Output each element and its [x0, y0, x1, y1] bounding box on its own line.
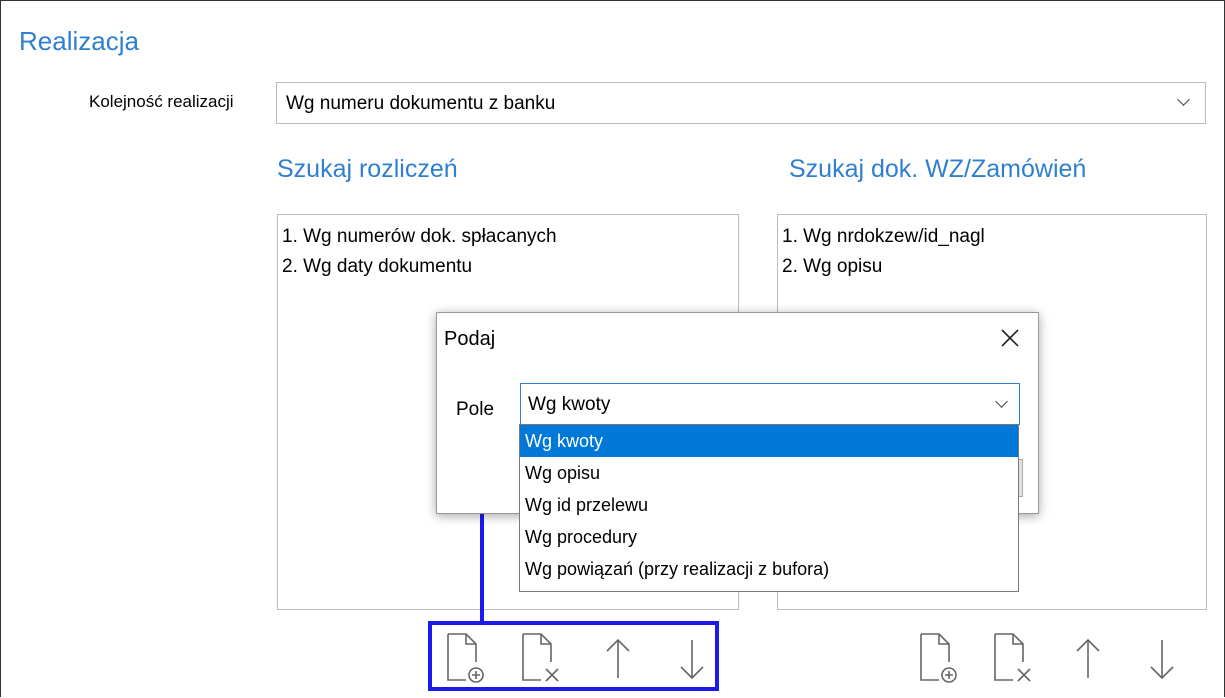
remove-document-icon — [994, 633, 1031, 682]
add-document-icon — [920, 633, 957, 683]
dialog-title: Podaj — [444, 328, 496, 350]
move-up-button[interactable] — [1066, 634, 1110, 686]
list-item[interactable]: 1. Wg numerów dok. spłacanych — [282, 222, 738, 252]
chevron-down-icon — [1177, 93, 1190, 106]
arrow-up-icon — [1076, 638, 1100, 678]
pole-select-value: Wg kwoty — [528, 394, 611, 415]
dropdown-option[interactable]: Wg id przelewu — [520, 489, 1018, 521]
right-group-title: Szukaj dok. WZ/Zamówień — [789, 155, 1087, 183]
pole-select[interactable]: Wg kwoty — [520, 383, 1020, 425]
left-group-title: Szukaj rozliczeń — [277, 155, 458, 183]
order-select-value: Wg numeru dokumentu z banku — [286, 93, 556, 114]
add-document-button[interactable] — [917, 632, 961, 684]
toolbar-highlight-box — [428, 621, 719, 691]
remove-document-button[interactable] — [991, 632, 1035, 684]
move-down-button[interactable] — [1140, 634, 1184, 686]
dropdown-option[interactable]: Wg opisu — [520, 457, 1018, 489]
section-title: Realizacja — [19, 26, 139, 56]
close-icon — [1001, 329, 1019, 347]
chevron-down-icon — [995, 395, 1008, 408]
list-item[interactable]: 1. Wg nrdokzew/id_nagl — [782, 222, 1206, 252]
arrow-down-icon — [1150, 640, 1174, 680]
list-item[interactable]: 2. Wg daty dokumentu — [282, 252, 738, 282]
dropdown-option[interactable]: Wg kwoty — [520, 425, 1018, 457]
close-button[interactable] — [997, 325, 1023, 351]
dropdown-option[interactable]: Wg powiązań (przy realizacji z bufora) — [520, 553, 1018, 585]
pole-dropdown-list[interactable]: Wg kwoty Wg opisu Wg id przelewu Wg proc… — [519, 424, 1019, 592]
order-label: Kolejność realizacji — [89, 92, 234, 111]
order-select[interactable]: Wg numeru dokumentu z banku — [276, 82, 1206, 124]
dropdown-option[interactable]: Wg procedury — [520, 521, 1018, 553]
pole-label: Pole — [456, 399, 495, 420]
list-item[interactable]: 2. Wg opisu — [782, 252, 1206, 282]
